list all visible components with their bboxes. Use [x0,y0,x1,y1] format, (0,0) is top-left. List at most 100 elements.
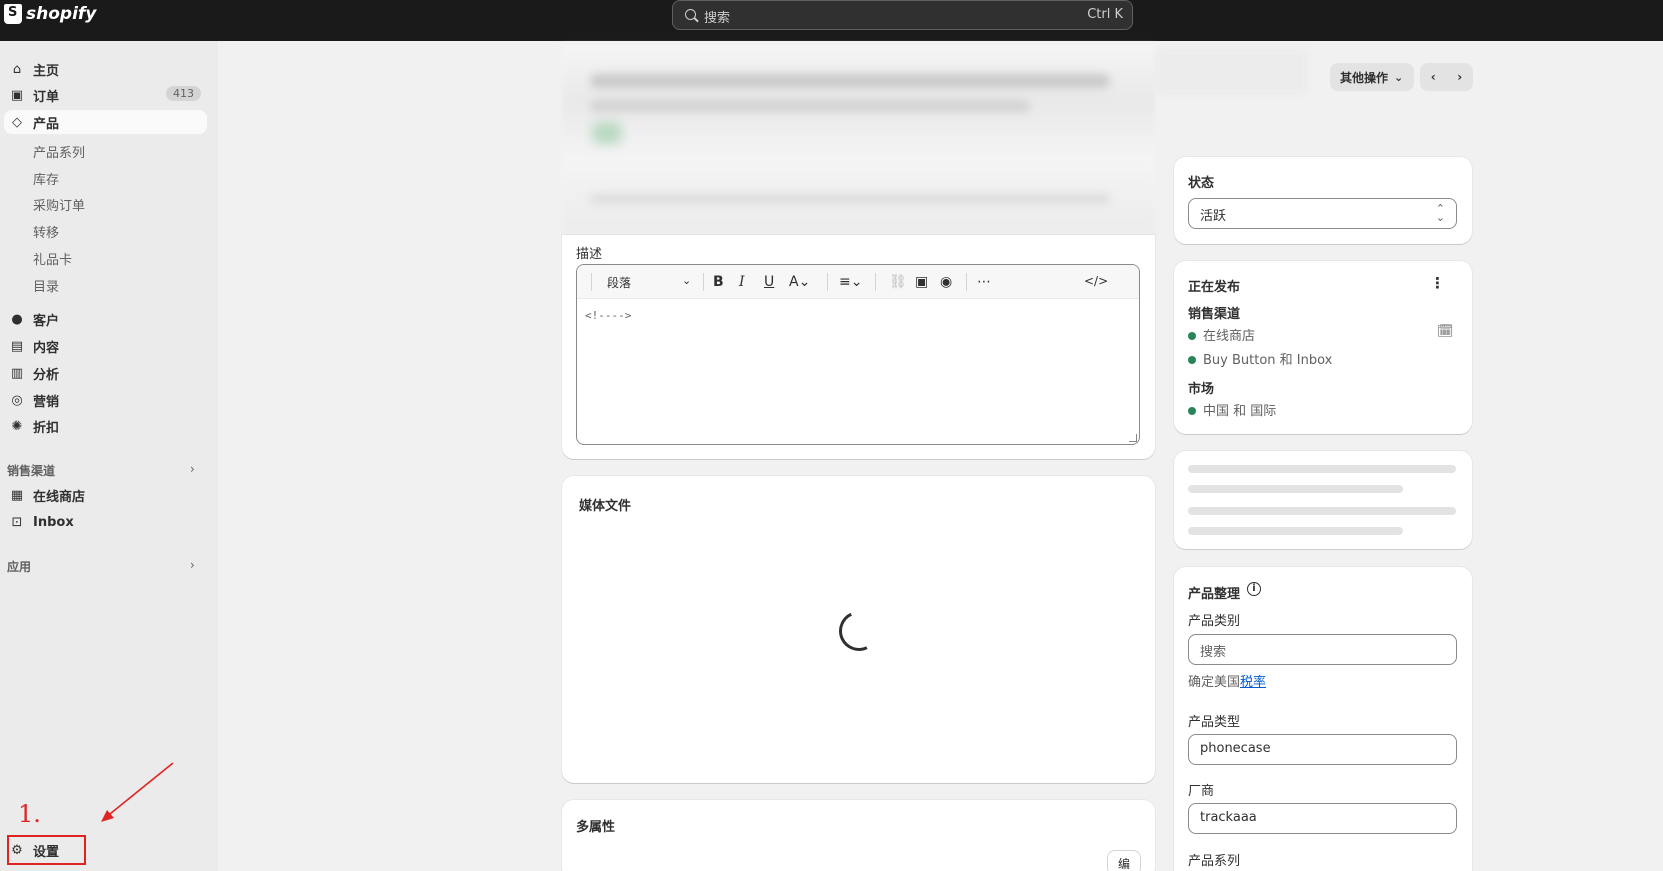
video-icon[interactable]: ◉ [940,274,952,290]
tax-rate-link[interactable]: 税率 [1240,675,1266,690]
paragraph-format-select[interactable]: 段落 [607,274,631,291]
more-actions-label: 其他操作 [1340,70,1389,85]
collections-label: 产品系列 [1188,854,1241,869]
search-icon [685,9,696,20]
description-label: 描述 [576,247,603,262]
sidebar-item-marketing[interactable]: ◎ 营销 [4,388,207,412]
category-search-input[interactable]: 搜索 [1188,634,1457,665]
sidebar-item-label: 营销 [33,394,60,410]
category-label: 产品类别 [1188,614,1241,629]
chevron-right-icon[interactable]: › [190,462,195,476]
media-title: 媒体文件 [579,499,632,514]
sidebar-item-products[interactable]: ◇ 产品 [4,110,207,134]
market-item: 中国 和 国际 [1203,404,1277,419]
sidebar-item-label: 在线商店 [33,489,86,505]
sidebar-item-online-store[interactable]: ▦ 在线商店 [4,483,207,507]
link-icon[interactable]: ⛓ [889,274,907,290]
more-vertical-icon[interactable]: ⋮ [1430,274,1445,292]
media-card: 媒体文件 [562,476,1155,783]
product-title-redacted [562,44,1155,235]
editor-toolbar: 段落 ⌄ B I U A⌄ ≡⌄ ⛓ ▣ ◉ ⋯ </> [577,265,1139,299]
italic-icon[interactable]: I [739,274,745,290]
organization-card: 产品整理 i 产品类别 搜索 确定美国税率 产品类型 phonecase 厂商 … [1174,567,1472,871]
home-icon: ⌂ [12,61,22,77]
sidebar-item-home[interactable]: ⌂ 主页 [4,57,207,81]
organization-title: 产品整理 [1188,587,1241,602]
content-icon: ▤ [10,338,24,354]
skeleton-line [1188,527,1403,535]
description-card: 描述 段落 ⌄ B I U A⌄ ≡⌄ ⛓ ▣ ◉ ⋯ </> <!----> [562,235,1155,459]
info-icon[interactable]: i [1247,582,1261,596]
description-editor[interactable]: 段落 ⌄ B I U A⌄ ≡⌄ ⛓ ▣ ◉ ⋯ </> <!----> [576,264,1140,445]
sidebar-item-label: 内容 [33,340,60,356]
vendor-input[interactable]: trackaaa [1188,803,1457,834]
annotation-highlight-box [7,835,86,865]
top-bar: shopify 搜索 Ctrl K [0,0,1663,41]
editor-content[interactable]: <!----> [585,309,631,322]
align-icon[interactable]: ≡⌄ [839,274,862,290]
global-search[interactable]: 搜索 Ctrl K [672,0,1133,30]
sidebar-item-label: 主页 [33,63,60,79]
apps-heading[interactable]: 应用 [7,558,31,575]
next-product-icon[interactable]: › [1457,70,1462,84]
sidebar-sub-inventory[interactable]: 库存 [33,169,59,188]
annotation-step-number: 1. [18,800,41,828]
sidebar-sub-transfers[interactable]: 转移 [33,222,59,241]
sidebar-item-content[interactable]: ▤ 内容 [4,334,207,358]
sidebar-sub-catalogs[interactable]: 目录 [33,276,59,295]
chevron-right-icon[interactable]: › [190,558,195,572]
sidebar-sub-purchase-orders[interactable]: 采购订单 [33,195,85,214]
sidebar-item-analytics[interactable]: ▥ 分析 [4,361,207,385]
sidebar: ⌂ 主页 ▣ 订单 413 ◇ 产品 产品系列 库存 采购订单 转移 礼品卡 目… [0,41,218,871]
sidebar-item-customers[interactable]: ● 客户 [4,307,207,331]
publishing-title: 正在发布 [1188,280,1241,295]
status-select[interactable]: 活跃 ⌃ ⌄ [1188,198,1457,229]
target-icon: ◎ [11,392,23,408]
sales-channels-heading[interactable]: 销售渠道 [7,462,55,479]
person-icon: ● [11,311,23,327]
underline-icon[interactable]: U [764,274,774,290]
edit-variants-button[interactable]: 编 [1107,850,1141,871]
search-placeholder: 搜索 [704,11,731,26]
tax-note-text: 确定美国 [1188,675,1241,690]
channel-online-store: 在线商店 [1203,329,1256,344]
image-icon[interactable]: ▣ [915,274,928,290]
inbox-app-icon: ⊡ [11,514,23,530]
chevron-down-icon: ⌄ [1394,70,1404,84]
shopify-logo[interactable]: shopify [4,4,96,24]
loading-spinner-icon [833,605,885,657]
more-actions-button[interactable]: 其他操作 ⌄ [1330,63,1414,91]
variants-title: 多属性 [576,820,616,835]
redacted-strip [1155,50,1307,94]
sidebar-item-label: 订单 [33,89,60,105]
vendor-label: 厂商 [1188,784,1215,799]
status-value: 活跃 [1200,209,1227,224]
product-type-label: 产品类型 [1188,715,1241,730]
status-dot-icon [1188,356,1196,364]
sidebar-item-label: Inbox [33,514,74,530]
search-shortcut: Ctrl K [1087,7,1123,22]
sidebar-item-label: 折扣 [33,420,60,436]
sidebar-sub-gift-cards[interactable]: 礼品卡 [33,249,72,268]
status-dot-icon [1188,407,1196,415]
sidebar-item-label: 分析 [33,367,60,383]
tag-icon: ◇ [12,114,22,130]
resize-handle[interactable] [1129,434,1137,442]
text-color-icon[interactable]: A⌄ [789,274,810,290]
sidebar-item-orders[interactable]: ▣ 订单 413 [4,83,207,107]
code-view-icon[interactable]: </> [1084,274,1108,288]
loading-skeleton-card [1174,451,1472,549]
channels-label: 销售渠道 [1188,307,1241,322]
previous-product-icon[interactable]: ‹ [1431,70,1436,84]
bold-icon[interactable]: B [713,274,724,290]
sidebar-item-inbox[interactable]: ⊡ Inbox [4,510,207,534]
product-type-input[interactable]: phonecase [1188,734,1457,765]
chevron-down-icon[interactable]: ⌄ [682,274,691,287]
skeleton-line [1188,485,1403,493]
sidebar-item-label: 客户 [33,313,60,329]
more-options-icon[interactable]: ⋯ [977,274,991,290]
calendar-schedule-icon[interactable]: 🗓 [1437,324,1454,339]
sidebar-sub-collections[interactable]: 产品系列 [33,142,85,161]
pager-buttons: ‹ › [1420,63,1473,91]
sidebar-item-discounts[interactable]: ✺ 折扣 [4,414,207,438]
